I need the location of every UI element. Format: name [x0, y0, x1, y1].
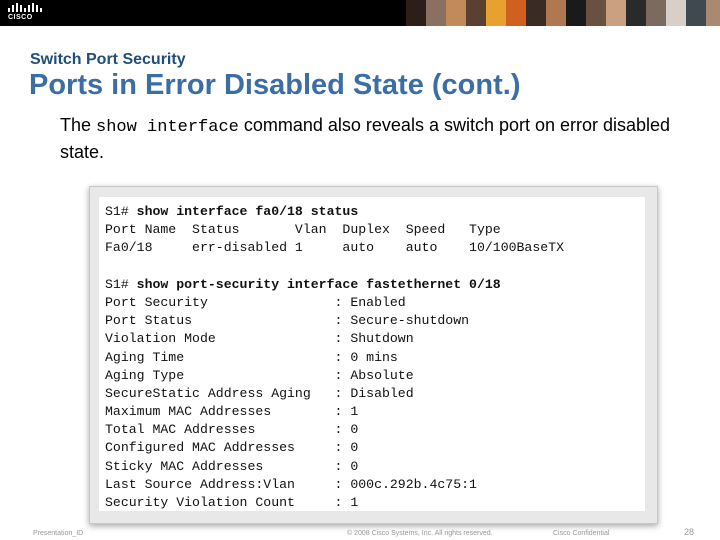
terminal-line: Configured MAC Addresses : 0 — [105, 440, 359, 456]
terminal-screenshot: S1# show interface fa0/18 status Port Nam… — [89, 186, 658, 524]
cisco-logo-text: CISCO — [8, 14, 33, 21]
terminal-line: Aging Time : 0 mins — [105, 349, 398, 365]
body-text-before: The — [60, 115, 97, 135]
header-photo — [506, 0, 526, 26]
cisco-logo: CISCO — [8, 3, 44, 23]
header-photo-strip — [406, 0, 720, 26]
footer-presentation-id: Presentation_ID — [33, 530, 84, 537]
terminal-line: Maximum MAC Addresses : 1 — [105, 404, 359, 420]
header-photo — [466, 0, 486, 26]
section-heading: Switch Port Security — [30, 51, 186, 68]
header-photo — [446, 0, 466, 26]
terminal-prompt: S1# — [105, 276, 137, 292]
header-photo — [666, 0, 686, 26]
header-photo — [606, 0, 626, 26]
header-photo — [486, 0, 506, 26]
header-photo — [566, 0, 586, 26]
terminal-prompt: S1# — [105, 204, 137, 219]
header-photo — [406, 0, 426, 26]
cisco-bridge-icon — [8, 3, 44, 12]
terminal-line: Port Security : Enabled — [105, 294, 406, 310]
terminal-line: Sticky MAC Addresses : 0 — [105, 458, 359, 474]
header-photo — [646, 0, 666, 26]
terminal-command: show port-security interface fastetherne… — [136, 276, 501, 292]
terminal-line: Port Name Status Vlan Duplex Speed Type — [105, 222, 501, 238]
header-photo — [686, 0, 706, 26]
terminal-text: S1# show interface fa0/18 status Port Nam… — [99, 197, 645, 511]
terminal-line: Aging Type : Absolute — [105, 367, 414, 383]
header-photo — [706, 0, 720, 26]
header-photo — [526, 0, 546, 26]
terminal-line: Security Violation Count : 1 — [105, 495, 359, 510]
terminal-line: Last Source Address:Vlan : 000c.292b.4c7… — [105, 476, 477, 492]
footer-copyright: © 2008 Cisco Systems, Inc. All rights re… — [347, 530, 493, 537]
slide-title: Ports in Error Disabled State (cont.) — [29, 69, 521, 101]
terminal-line: S1# show port-security interface fasteth… — [105, 276, 645, 294]
body-command: show interface — [96, 118, 239, 137]
terminal-line: Port Status : Secure-shutdown — [105, 313, 470, 329]
terminal-line: Fa0/18 err-disabled 1 auto auto 10/100Ba… — [105, 240, 564, 256]
header-photo — [546, 0, 566, 26]
terminal-line: S1# show interface fa0/18 status — [105, 203, 645, 221]
header-photo — [426, 0, 446, 26]
page-number: 28 — [684, 527, 695, 537]
header-bar: CISCO — [0, 0, 720, 26]
terminal-command: show interface fa0/18 status — [136, 204, 359, 219]
terminal-line: Violation Mode : Shutdown — [105, 331, 414, 347]
terminal-output: S1# show interface fa0/18 status Port Nam… — [99, 197, 645, 511]
footer-confidential: Cisco Confidential — [553, 530, 610, 537]
terminal-line: SecureStatic Address Aging : Disabled — [105, 385, 414, 401]
header-photo — [586, 0, 606, 26]
terminal-line: Total MAC Addresses : 0 — [105, 422, 359, 438]
header-photo — [626, 0, 646, 26]
body-paragraph: The show interface command also reveals … — [60, 113, 680, 164]
